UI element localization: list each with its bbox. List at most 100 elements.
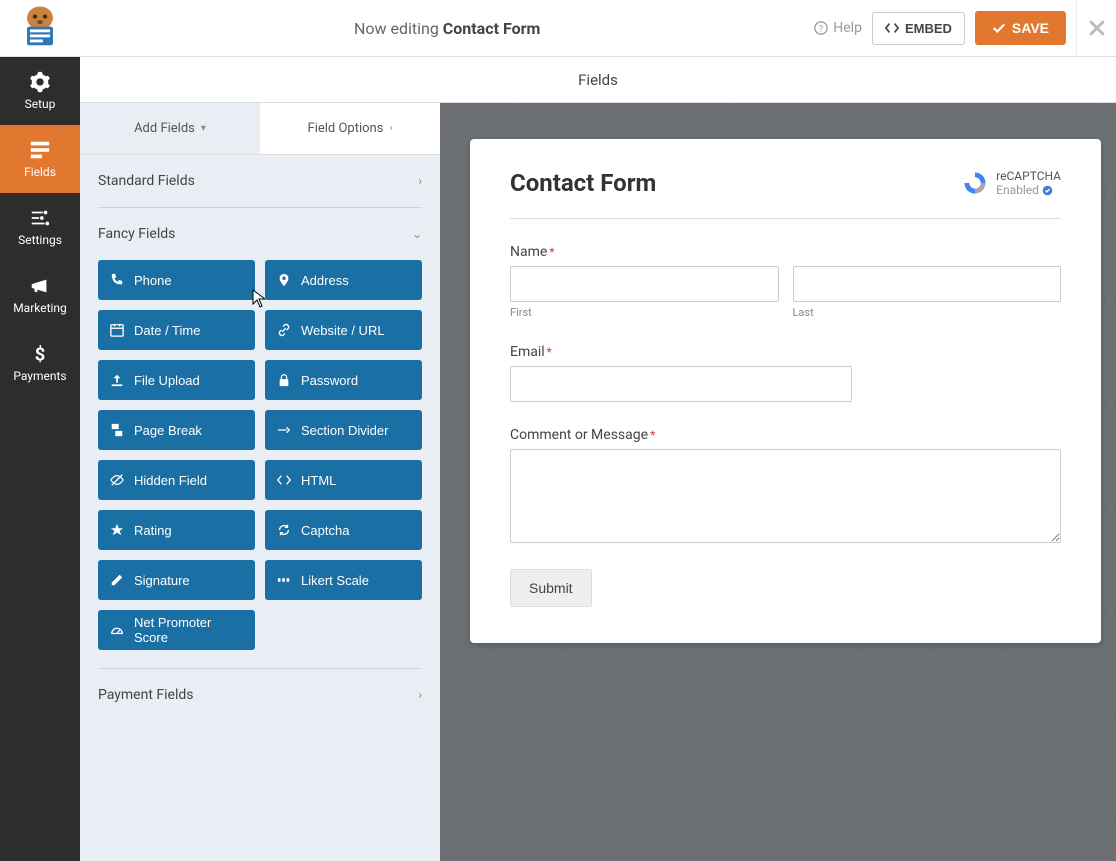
field-rating-label: Rating bbox=[134, 523, 172, 538]
submit-button[interactable]: Submit bbox=[510, 569, 592, 607]
scale-icon bbox=[277, 573, 291, 587]
top-actions: ? Help EMBED SAVE bbox=[814, 0, 1116, 57]
required-asterisk: * bbox=[650, 428, 655, 442]
chevron-right-icon: › bbox=[418, 688, 422, 702]
section-fancy-head[interactable]: Fancy Fields ⌄ bbox=[98, 226, 422, 242]
close-button[interactable] bbox=[1076, 0, 1116, 57]
pencil-icon bbox=[110, 573, 124, 587]
sliders-icon bbox=[29, 207, 51, 229]
nav-fields-label: Fields bbox=[24, 165, 56, 179]
section-payment-head[interactable]: Payment Fields › bbox=[98, 687, 422, 703]
link-icon bbox=[277, 323, 291, 337]
phone-icon bbox=[110, 273, 124, 287]
dollar-icon: $ bbox=[29, 343, 51, 365]
nav-fields[interactable]: Fields bbox=[0, 125, 80, 193]
gauge-icon bbox=[110, 623, 124, 637]
first-name-input[interactable] bbox=[510, 266, 779, 302]
field-hidden[interactable]: Hidden Field bbox=[98, 460, 255, 500]
chevron-down-icon: ▾ bbox=[201, 123, 206, 134]
fancy-field-grid: Phone Address Date / Time Website / URL … bbox=[98, 260, 422, 650]
tab-field-options[interactable]: Field Options › bbox=[260, 103, 440, 154]
form-card-head: Contact Form reCAPTCHA Enabled bbox=[510, 169, 1061, 219]
left-nav: Setup Fields Settings Marketing $ Paymen… bbox=[0, 57, 80, 861]
form-preview-stage: Contact Form reCAPTCHA Enabled Name* bbox=[440, 103, 1116, 861]
field-pagebreak[interactable]: Page Break bbox=[98, 410, 255, 450]
field-likert[interactable]: Likert Scale bbox=[265, 560, 422, 600]
chevron-down-icon: ⌄ bbox=[412, 227, 422, 241]
svg-text:?: ? bbox=[819, 25, 823, 35]
fields-panel: Standard Fields › Fancy Fields ⌄ Phone A… bbox=[80, 155, 440, 861]
top-bar: Now editing Contact Form ? Help EMBED SA… bbox=[0, 0, 1116, 57]
field-pagebreak-label: Page Break bbox=[134, 423, 202, 438]
section-fancy-label: Fancy Fields bbox=[98, 226, 175, 242]
field-sectiondivider[interactable]: Section Divider bbox=[265, 410, 422, 450]
required-asterisk: * bbox=[549, 245, 554, 259]
field-html[interactable]: HTML bbox=[265, 460, 422, 500]
save-button[interactable]: SAVE bbox=[975, 11, 1066, 45]
gear-icon bbox=[29, 71, 51, 93]
field-captcha-label: Captcha bbox=[301, 523, 349, 538]
upload-icon bbox=[110, 373, 124, 387]
field-nps[interactable]: Net Promoter Score bbox=[98, 610, 255, 650]
field-password-label: Password bbox=[301, 373, 358, 388]
field-likert-label: Likert Scale bbox=[301, 573, 369, 588]
wpforms-logo-icon bbox=[17, 5, 63, 51]
tab-field-options-label: Field Options bbox=[308, 121, 384, 136]
comment-textarea[interactable] bbox=[510, 449, 1061, 543]
field-address-label: Address bbox=[301, 273, 349, 288]
page-break-icon bbox=[110, 423, 124, 437]
last-name-input[interactable] bbox=[793, 266, 1062, 302]
refresh-icon bbox=[277, 523, 291, 537]
field-phone[interactable]: Phone bbox=[98, 260, 255, 300]
nav-settings[interactable]: Settings bbox=[0, 193, 80, 261]
panel-head: Fields bbox=[80, 57, 1116, 103]
calendar-icon bbox=[110, 323, 124, 337]
code-icon bbox=[885, 21, 899, 35]
recaptcha-title: reCAPTCHA bbox=[996, 169, 1061, 183]
field-fileupload[interactable]: File Upload bbox=[98, 360, 255, 400]
chevron-right-icon: › bbox=[389, 123, 392, 134]
nav-payments[interactable]: $ Payments bbox=[0, 329, 80, 397]
email-input[interactable] bbox=[510, 366, 852, 402]
field-password[interactable]: Password bbox=[265, 360, 422, 400]
help-link[interactable]: ? Help bbox=[814, 20, 862, 36]
map-pin-icon bbox=[277, 273, 291, 287]
star-icon bbox=[110, 523, 124, 537]
section-payment-label: Payment Fields bbox=[98, 687, 193, 703]
field-address[interactable]: Address bbox=[265, 260, 422, 300]
required-asterisk: * bbox=[547, 345, 552, 359]
nav-marketing[interactable]: Marketing bbox=[0, 261, 80, 329]
section-standard-label: Standard Fields bbox=[98, 173, 195, 189]
comment-label: Comment or Message* bbox=[510, 427, 655, 443]
nav-setup-label: Setup bbox=[25, 97, 56, 111]
nav-payments-label: Payments bbox=[13, 369, 66, 383]
check-icon bbox=[992, 21, 1006, 35]
field-website[interactable]: Website / URL bbox=[265, 310, 422, 350]
form-card: Contact Form reCAPTCHA Enabled Name* bbox=[470, 139, 1101, 643]
form-field-comment[interactable]: Comment or Message* bbox=[510, 424, 1061, 547]
field-rating[interactable]: Rating bbox=[98, 510, 255, 550]
section-payment-fields: Payment Fields › bbox=[98, 669, 422, 721]
embed-button[interactable]: EMBED bbox=[872, 12, 965, 45]
embed-label: EMBED bbox=[905, 21, 952, 36]
field-datetime[interactable]: Date / Time bbox=[98, 310, 255, 350]
field-hidden-label: Hidden Field bbox=[134, 473, 207, 488]
eye-slash-icon bbox=[110, 473, 124, 487]
help-label: Help bbox=[833, 20, 862, 36]
editing-prefix: Now editing bbox=[354, 19, 439, 38]
tab-add-fields[interactable]: Add Fields ▾ bbox=[80, 103, 260, 154]
form-field-email[interactable]: Email* bbox=[510, 341, 1061, 402]
chevron-right-icon: › bbox=[418, 174, 422, 188]
help-icon: ? bbox=[814, 21, 828, 35]
nav-setup[interactable]: Setup bbox=[0, 57, 80, 125]
first-sublabel: First bbox=[510, 306, 779, 319]
field-captcha[interactable]: Captcha bbox=[265, 510, 422, 550]
section-standard-head[interactable]: Standard Fields › bbox=[98, 173, 422, 189]
nav-settings-label: Settings bbox=[18, 233, 62, 247]
tab-add-fields-label: Add Fields bbox=[134, 121, 195, 136]
field-signature[interactable]: Signature bbox=[98, 560, 255, 600]
form-field-name[interactable]: Name* First Last bbox=[510, 241, 1061, 319]
field-signature-label: Signature bbox=[134, 573, 190, 588]
last-sublabel: Last bbox=[793, 306, 1062, 319]
recaptcha-status: Enabled bbox=[996, 183, 1039, 197]
